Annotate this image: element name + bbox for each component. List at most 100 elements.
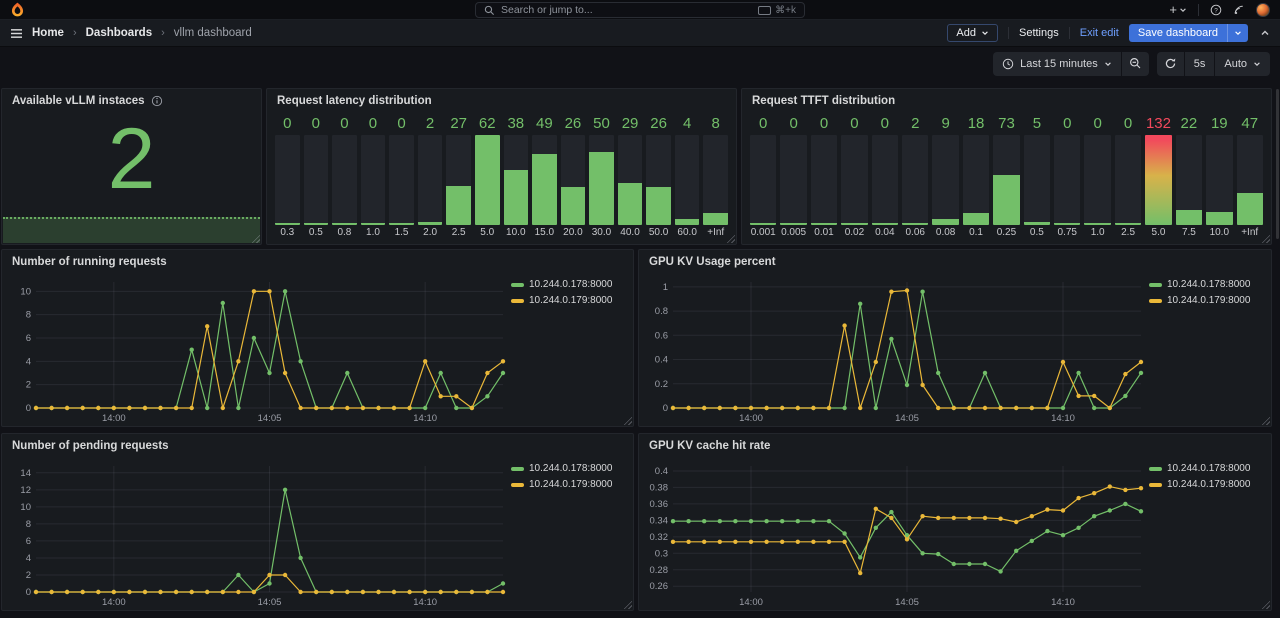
save-dashboard-button[interactable]: Save dashboard	[1129, 24, 1248, 42]
refresh-interval[interactable]: 5s	[1185, 52, 1215, 76]
panel-title[interactable]: GPU KV cache hit rate	[649, 440, 770, 452]
breadcrumb: Home › Dashboards › vllm dashboard	[32, 27, 252, 39]
panel-title[interactable]: Number of pending requests	[12, 440, 169, 452]
divider	[1008, 27, 1009, 39]
histogram-bar[interactable]: 227.5	[1176, 115, 1202, 240]
histogram-bar[interactable]: 3810.0	[504, 115, 529, 240]
histogram-bar[interactable]: 180.1	[963, 115, 989, 240]
histogram-bar[interactable]: 00.005	[780, 115, 806, 240]
legend-item[interactable]: 10.244.0.179:8000	[1149, 479, 1263, 490]
svg-text:14: 14	[20, 468, 31, 479]
legend-item[interactable]: 10.244.0.178:8000	[1149, 279, 1263, 290]
histogram-bar[interactable]: 47+Inf	[1237, 115, 1263, 240]
panel-title[interactable]: Request TTFT distribution	[752, 95, 895, 107]
keyboard-shortcut: ⌘+k	[758, 5, 796, 16]
svg-text:8: 8	[26, 310, 31, 321]
divider	[1069, 27, 1070, 39]
panel-title[interactable]: Available vLLM instaces	[12, 95, 145, 107]
histogram-bar[interactable]: 4915.0	[532, 115, 557, 240]
panel-title[interactable]: GPU KV Usage percent	[649, 256, 776, 268]
svg-text:6: 6	[26, 536, 31, 547]
chevron-right-icon: ›	[73, 27, 77, 39]
histogram-bar[interactable]: 00.001	[750, 115, 776, 240]
breadcrumb-home[interactable]: Home	[32, 27, 64, 39]
histogram-bar[interactable]: 00.3	[275, 115, 300, 240]
legend: 10.244.0.178:8000 10.244.0.179:8000	[511, 272, 629, 424]
legend-item[interactable]: 10.244.0.178:8000	[511, 279, 625, 290]
histogram-bar[interactable]: 01.0	[1084, 115, 1110, 240]
svg-text:14:00: 14:00	[739, 413, 763, 424]
grafana-logo[interactable]	[10, 2, 25, 17]
new-menu-button[interactable]: +	[1169, 2, 1187, 17]
search-input[interactable]: Search or jump to... ⌘+k	[475, 2, 805, 18]
histogram-bar[interactable]: 625.0	[475, 115, 500, 240]
divider	[1198, 4, 1199, 16]
news-icon[interactable]	[1233, 4, 1245, 16]
time-controls: Last 15 minutes 5s Auto	[0, 47, 1280, 80]
histogram-bar[interactable]: 02.5	[1115, 115, 1141, 240]
legend-item[interactable]: 10.244.0.178:8000	[511, 463, 625, 474]
histogram-bar[interactable]: 20.06	[902, 115, 928, 240]
search-placeholder: Search or jump to...	[501, 4, 593, 16]
svg-text:4: 4	[26, 356, 31, 367]
dashboard-grid: Available vLLM instaces 2 Request latenc…	[0, 80, 1280, 618]
histogram-bar[interactable]: 01.0	[361, 115, 386, 240]
ttft-histogram[interactable]: 00.00100.00500.0100.0200.0420.0690.08180…	[750, 115, 1263, 240]
histogram-bar[interactable]: 8+Inf	[703, 115, 728, 240]
histogram-bar[interactable]: 272.5	[446, 115, 471, 240]
zoom-out-button[interactable]	[1122, 52, 1149, 76]
panel-title[interactable]: Request latency distribution	[277, 95, 432, 107]
scrollbar-thumb[interactable]	[1276, 89, 1279, 239]
histogram-bar[interactable]: 730.25	[993, 115, 1019, 240]
settings-button[interactable]: Settings	[1019, 27, 1059, 39]
histogram-bar[interactable]: 00.02	[841, 115, 867, 240]
breadcrumb-dashboards[interactable]: Dashboards	[86, 27, 152, 39]
panel-title[interactable]: Number of running requests	[12, 256, 167, 268]
time-range-picker[interactable]: Last 15 minutes	[993, 52, 1121, 76]
running-requests-chart[interactable]: 024681014:0014:0514:10	[6, 272, 511, 424]
histogram-bar[interactable]: 90.08	[932, 115, 958, 240]
histogram-bar[interactable]: 00.75	[1054, 115, 1080, 240]
latency-histogram[interactable]: 00.300.500.801.001.522.0272.5625.03810.0…	[275, 115, 728, 240]
histogram-bar[interactable]: 50.5	[1024, 115, 1050, 240]
svg-text:14:00: 14:00	[739, 597, 763, 608]
histogram-bar[interactable]: 1325.0	[1145, 115, 1171, 240]
histogram-bar[interactable]: 00.5	[304, 115, 329, 240]
breadcrumb-bar: Home › Dashboards › vllm dashboard Add S…	[0, 20, 1280, 47]
histogram-bar[interactable]: 2940.0	[618, 115, 643, 240]
histogram-bar[interactable]: 22.0	[418, 115, 443, 240]
auto-refresh-picker[interactable]: Auto	[1215, 52, 1270, 76]
kv-usage-chart[interactable]: 00.20.40.60.8114:0014:0514:10	[643, 272, 1149, 424]
collapse-toolbar-icon[interactable]	[1260, 28, 1270, 38]
add-button[interactable]: Add	[947, 24, 998, 42]
svg-text:0.28: 0.28	[650, 565, 669, 576]
histogram-bar[interactable]: 1910.0	[1206, 115, 1232, 240]
breadcrumb-current: vllm dashboard	[174, 27, 252, 39]
legend-item[interactable]: 10.244.0.178:8000	[1149, 463, 1263, 474]
exit-edit-button[interactable]: Exit edit	[1080, 27, 1119, 39]
svg-text:0.6: 0.6	[655, 330, 668, 341]
panel-kv-usage: GPU KV Usage percent 00.20.40.60.8114:00…	[638, 249, 1272, 427]
menu-toggle-icon[interactable]	[10, 28, 23, 39]
help-icon[interactable]: ?	[1210, 4, 1222, 16]
histogram-bar[interactable]: 2620.0	[561, 115, 586, 240]
histogram-bar[interactable]: 2650.0	[646, 115, 671, 240]
scrollbar[interactable]	[1275, 47, 1280, 618]
histogram-bar[interactable]: 01.5	[389, 115, 414, 240]
svg-text:14:05: 14:05	[258, 597, 282, 608]
info-icon[interactable]	[151, 95, 163, 107]
legend-item[interactable]: 10.244.0.179:8000	[511, 295, 625, 306]
cache-hit-chart[interactable]: 0.260.280.30.320.340.360.380.414:0014:05…	[643, 456, 1149, 608]
avatar[interactable]	[1256, 3, 1270, 17]
svg-text:0.34: 0.34	[650, 515, 669, 526]
refresh-button[interactable]	[1157, 52, 1184, 76]
svg-text:0.32: 0.32	[650, 532, 669, 543]
histogram-bar[interactable]: 00.8	[332, 115, 357, 240]
histogram-bar[interactable]: 5030.0	[589, 115, 614, 240]
histogram-bar[interactable]: 460.0	[675, 115, 700, 240]
histogram-bar[interactable]: 00.01	[811, 115, 837, 240]
legend-item[interactable]: 10.244.0.179:8000	[1149, 295, 1263, 306]
histogram-bar[interactable]: 00.04	[872, 115, 898, 240]
legend-item[interactable]: 10.244.0.179:8000	[511, 479, 625, 490]
pending-requests-chart[interactable]: 0246810121414:0014:0514:10	[6, 456, 511, 608]
